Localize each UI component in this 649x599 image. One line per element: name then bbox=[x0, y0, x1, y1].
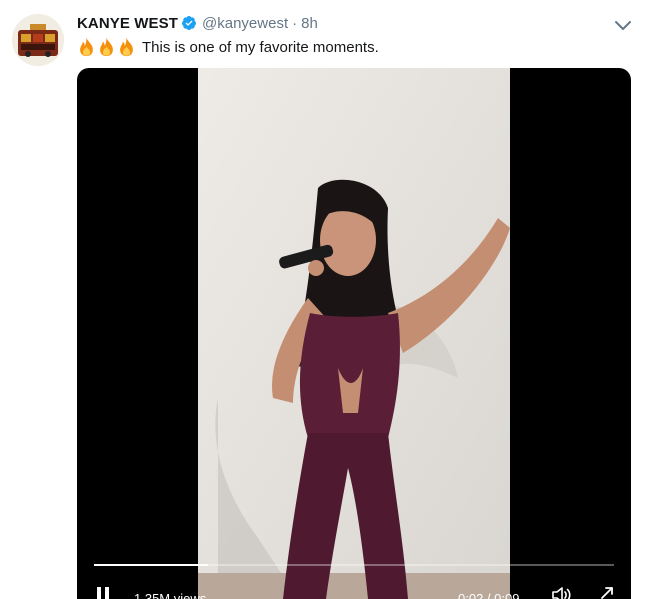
tweet-header: KANYE WEST @kanyewest · 8h bbox=[77, 12, 318, 34]
fire-emoji-icon bbox=[120, 37, 133, 57]
tweet: KANYE WEST @kanyewest · 8h This is one o… bbox=[0, 0, 649, 599]
video-progress-bar[interactable] bbox=[94, 564, 614, 566]
expand-icon[interactable] bbox=[599, 585, 615, 599]
avatar[interactable] bbox=[12, 14, 64, 66]
tweet-timestamp[interactable]: 8h bbox=[301, 15, 318, 32]
author-name[interactable]: KANYE WEST bbox=[77, 15, 178, 32]
author-handle[interactable]: @kanyewest bbox=[202, 15, 288, 32]
fire-emoji-icon bbox=[100, 37, 113, 57]
video-player[interactable]: 1.35M views 0:02 / 0:09 bbox=[77, 68, 631, 599]
view-count: 1.35M views bbox=[134, 591, 207, 599]
volume-icon[interactable] bbox=[551, 585, 573, 599]
chevron-down-icon[interactable] bbox=[612, 14, 634, 36]
video-frame bbox=[198, 68, 510, 599]
separator-dot: · bbox=[292, 14, 298, 32]
tweet-text: This is one of my favorite moments. bbox=[142, 38, 379, 56]
verified-badge-icon bbox=[182, 16, 197, 30]
pause-icon[interactable] bbox=[94, 585, 112, 599]
tweet-text-row: This is one of my favorite moments. bbox=[77, 35, 379, 59]
avatar-image bbox=[12, 14, 64, 66]
fire-emoji-icon bbox=[80, 37, 93, 57]
video-progress-fill bbox=[94, 564, 209, 566]
video-time: 0:02 / 0:09 bbox=[458, 591, 520, 599]
